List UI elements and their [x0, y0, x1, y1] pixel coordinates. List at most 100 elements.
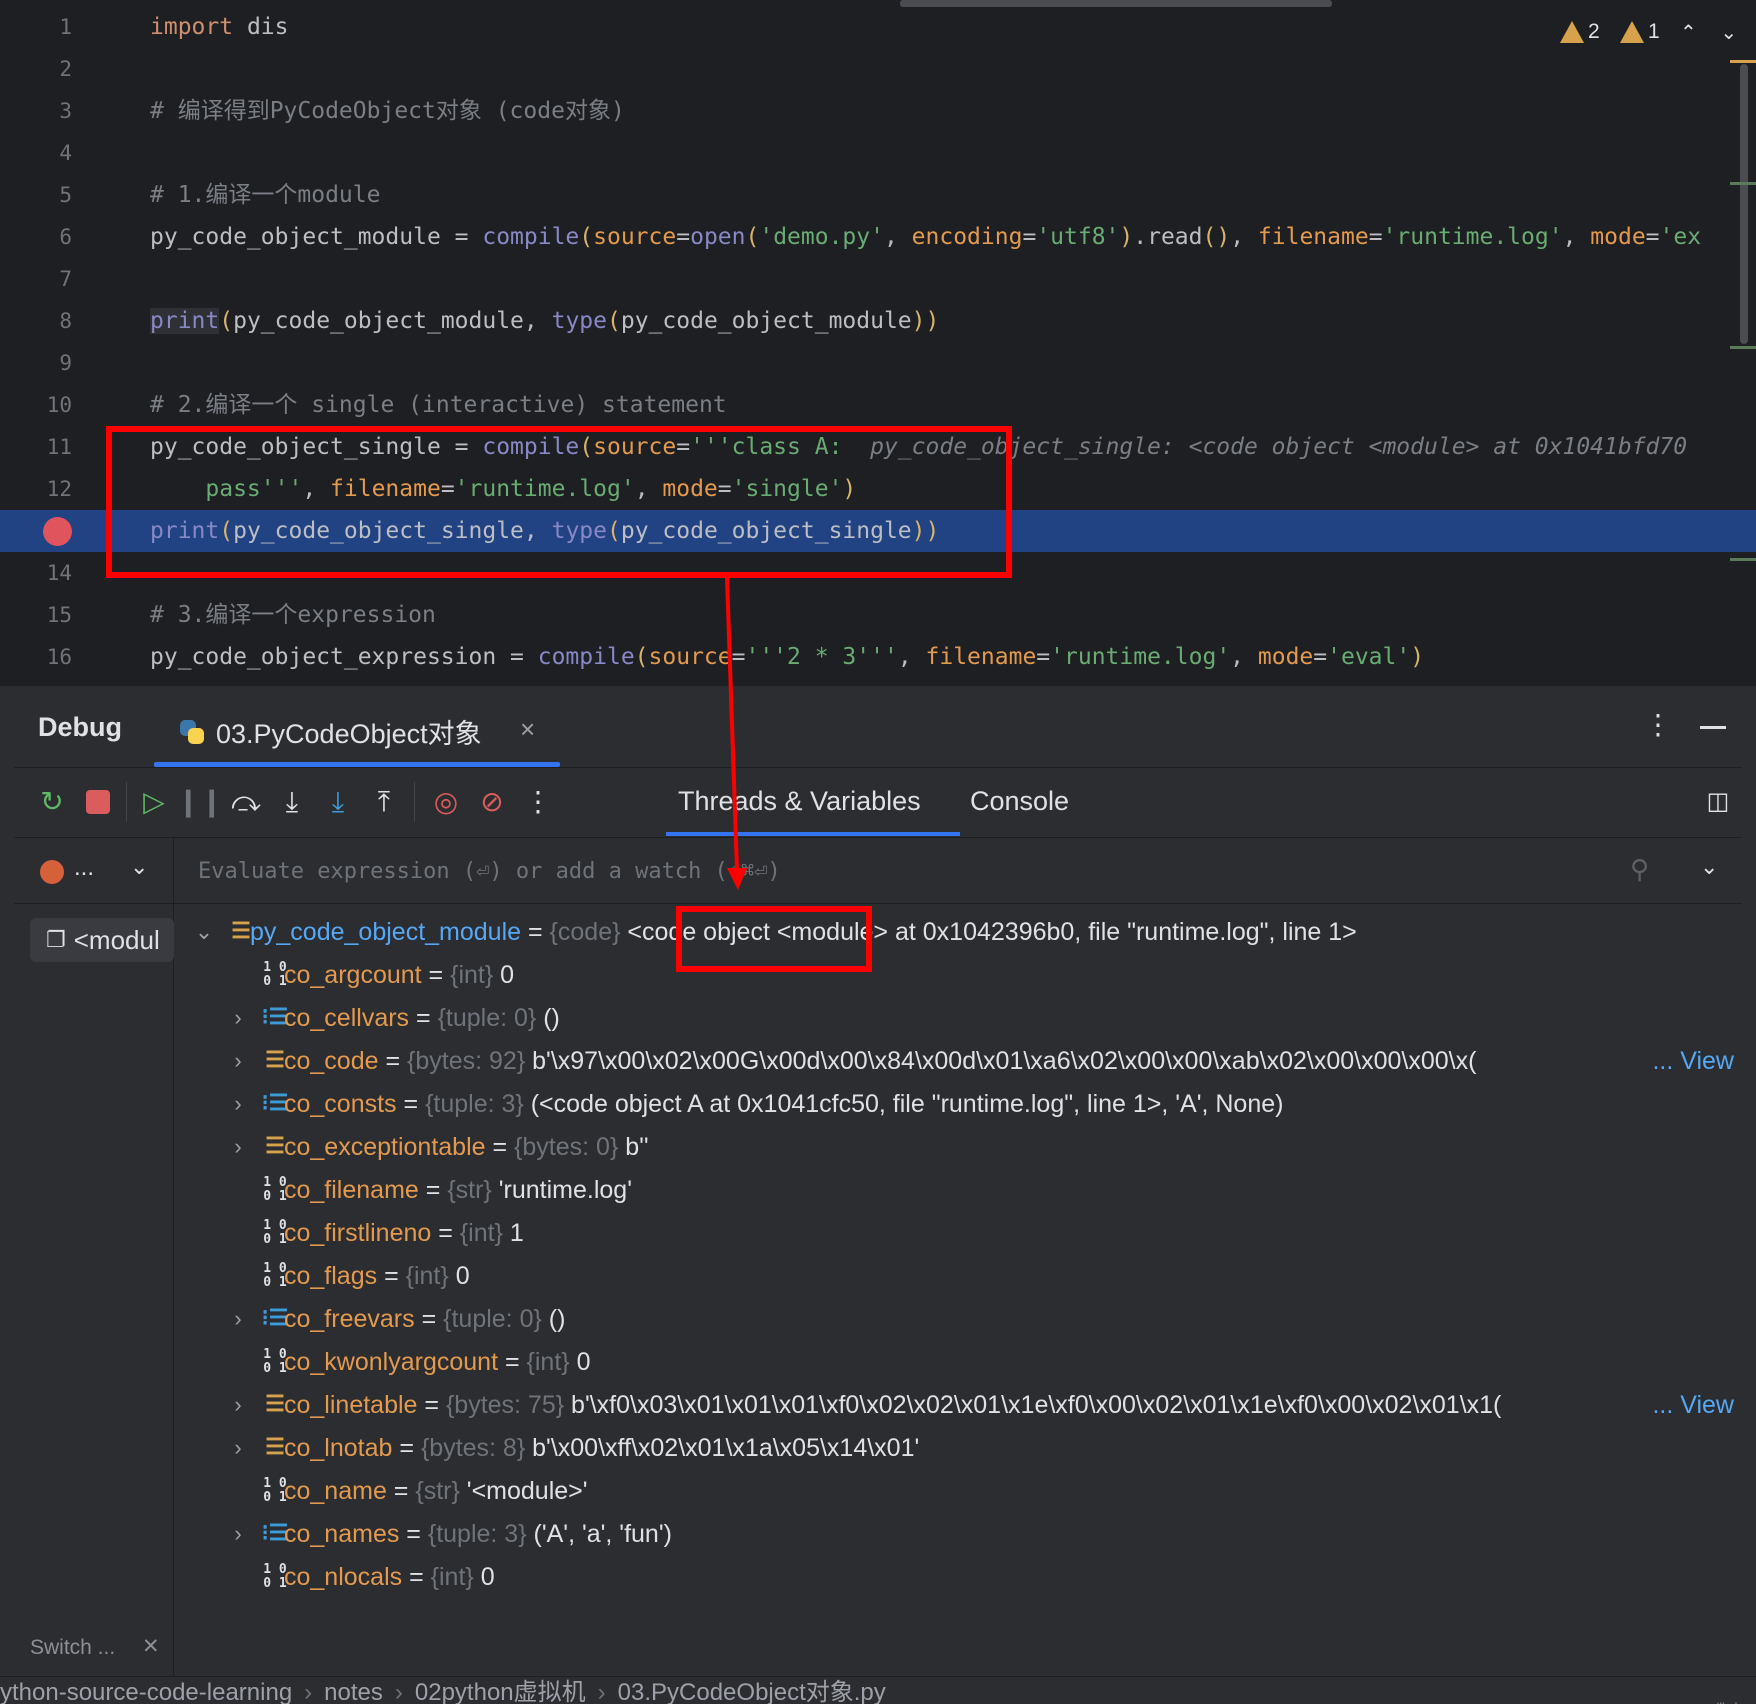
resume-icon[interactable]: ▷: [136, 784, 172, 820]
variable-row[interactable]: 1 0 0 1 co_nlocals = {int} 0: [176, 1553, 1742, 1601]
variable-row[interactable]: 1 0 0 1 co_argcount = {int} 0: [176, 951, 1742, 999]
tab-console[interactable]: Console: [970, 786, 1069, 817]
chevron-up-icon[interactable]: ⌃: [1680, 22, 1697, 44]
chevron-right-icon[interactable]: ›: [226, 1295, 250, 1343]
variable-row[interactable]: › ☰ co_linetable = {bytes: 75} b'\xf0\x03\…: [176, 1381, 1742, 1429]
code-token: 'utf8': [1036, 224, 1120, 250]
equals-sign: =: [402, 1563, 431, 1591]
variable-value: 0: [500, 961, 515, 989]
debug-session-tab[interactable]: 03.PyCodeObject对象: [178, 712, 482, 751]
frame-item[interactable]: ❐ <modul: [30, 918, 174, 962]
error-stripe-mark[interactable]: [1730, 346, 1756, 349]
step-into-my-code-icon[interactable]: ⤓: [320, 784, 356, 820]
variable-value: (): [548, 1305, 566, 1333]
view-link[interactable]: ... View: [1648, 1037, 1734, 1085]
line-number: 14: [46, 561, 72, 585]
code-token: filename: [1257, 224, 1369, 250]
variable-name: co_consts: [284, 1090, 397, 1118]
variable-value: 0: [455, 1262, 470, 1290]
thread-selector[interactable]: ... ⌄: [14, 838, 174, 904]
code-token: 'ex: [1659, 224, 1702, 250]
breadcrumb-item[interactable]: notes: [324, 1679, 383, 1704]
editor-vertical-scrollbar[interactable]: [1740, 64, 1748, 344]
debug-header: Debug 03.PyCodeObject对象 × ⋮: [14, 686, 1742, 768]
variable-root-row[interactable]: ⌄ ☰ py_code_object_module = {code} <code o…: [176, 908, 1742, 956]
code-token: ,: [883, 224, 912, 250]
variable-row[interactable]: › ☰ co_lnotab = {bytes: 8} b'\x00\xff\x02\…: [176, 1424, 1742, 1472]
code-line[interactable]: 2: [0, 48, 1756, 90]
variable-row[interactable]: › ⁝☰ co_freevars = {tuple: 0} (): [176, 1295, 1742, 1343]
minimize-icon[interactable]: [1700, 726, 1726, 729]
code-editor[interactable]: 1 import dis 2 3 # 编译得到PyCodeObject对象 (code对…: [0, 0, 1756, 686]
step-over-icon[interactable]: ⤼: [228, 784, 264, 820]
code-line[interactable]: 3 # 编译得到PyCodeObject对象 (code对象): [0, 90, 1756, 132]
annotation-box-value: [676, 906, 872, 972]
variable-row[interactable]: › ⁝☰ co_cellvars = {tuple: 0} (): [176, 994, 1742, 1042]
variable-row[interactable]: 1 0 0 1 co_kwonlyargcount = {int} 0: [176, 1338, 1742, 1386]
view-link[interactable]: ... View: [1648, 1381, 1734, 1429]
rerun-icon[interactable]: ↻: [34, 784, 70, 820]
tab-threads-variables[interactable]: Threads & Variables: [678, 786, 921, 817]
step-into-icon[interactable]: ⤓: [274, 784, 310, 820]
chevron-down-icon[interactable]: ⌄: [192, 908, 216, 956]
thread-selector-label: ...: [74, 854, 95, 881]
more-actions-icon[interactable]: ⋮: [520, 784, 556, 820]
error-stripe-mark[interactable]: [1730, 60, 1756, 63]
breadcrumb-item[interactable]: ython-source-code-learning: [0, 1679, 292, 1704]
mute-breakpoints-icon[interactable]: ⊘: [474, 784, 510, 820]
error-stripe-mark[interactable]: [1730, 558, 1756, 561]
code-line[interactable]: 10 # 2.编译一个 single (interactive) statemen…: [0, 384, 1756, 426]
variable-row[interactable]: 1 0 0 1 co_flags = {int} 0: [176, 1252, 1742, 1300]
breadcrumb-item[interactable]: 03.PyCodeObject对象.py: [618, 1679, 886, 1704]
view-breakpoints-icon[interactable]: ◎: [428, 784, 464, 820]
chevron-right-icon[interactable]: ›: [226, 1381, 250, 1429]
code-line[interactable]: 4: [0, 132, 1756, 174]
step-out-icon[interactable]: ⤒: [366, 784, 402, 820]
code-line[interactable]: 1 import dis: [0, 6, 1756, 48]
breakpoint-icon[interactable]: [43, 517, 72, 546]
code-line[interactable]: 6 py_code_object_module = compile(source=…: [0, 216, 1756, 258]
chevron-down-icon[interactable]: ⌄: [1700, 854, 1718, 880]
close-icon[interactable]: ✕: [142, 1634, 160, 1659]
problem-navigation[interactable]: ⌃ ⌄: [1680, 20, 1737, 45]
chevron-right-icon[interactable]: ›: [226, 994, 250, 1042]
stop-button[interactable]: [80, 784, 116, 820]
switch-frames-label[interactable]: Switch ...: [30, 1636, 115, 1660]
variable-row[interactable]: › ⁝☰ co_consts = {tuple: 3} (<code object …: [176, 1080, 1742, 1128]
chevron-right-icon[interactable]: ›: [226, 1080, 250, 1128]
variable-row[interactable]: › ☰ co_code = {bytes: 92} b'\x97\x00\x02\x…: [176, 1037, 1742, 1085]
chevron-down-icon[interactable]: ⌄: [130, 854, 148, 880]
close-icon[interactable]: ×: [520, 714, 535, 745]
variable-row[interactable]: › ☰ co_exceptiontable = {bytes: 0} b'': [176, 1123, 1742, 1171]
chevron-right-icon[interactable]: ›: [226, 1424, 250, 1472]
evaluate-expression-input[interactable]: [198, 838, 1498, 904]
code-line[interactable]: 9: [0, 342, 1756, 384]
weak-warnings-indicator[interactable]: 1: [1620, 20, 1660, 44]
error-stripe-mark[interactable]: [1730, 182, 1756, 185]
code-line[interactable]: 5 # 1.编译一个module: [0, 174, 1756, 216]
more-options-icon[interactable]: ⋮: [1644, 708, 1672, 741]
code-line[interactable]: 7: [0, 258, 1756, 300]
variable-value: b'\xf0\x03\x01\x01\x01\xf0\x02\x02\x01\x…: [571, 1391, 1502, 1419]
variable-row[interactable]: 1 0 0 1 co_name = {str} '<module>': [176, 1467, 1742, 1515]
code-line[interactable]: 15 # 3.编译一个expression: [0, 594, 1756, 636]
warnings-indicator[interactable]: 2: [1560, 20, 1600, 44]
code-token: dis: [233, 14, 289, 40]
add-watch-icon[interactable]: ⚲: [1630, 854, 1649, 885]
breadcrumb-item[interactable]: 02python虚拟机: [415, 1679, 586, 1704]
chevron-right-icon[interactable]: ›: [226, 1510, 250, 1558]
variable-row[interactable]: 1 0 0 1 co_filename = {str} 'runtime.log': [176, 1166, 1742, 1214]
variable-row[interactable]: 1 0 0 1 co_firstlineno = {int} 1: [176, 1209, 1742, 1257]
variable-name: co_name: [284, 1477, 387, 1505]
code-line[interactable]: 16 py_code_object_expression = compile(so…: [0, 636, 1756, 678]
pause-icon[interactable]: ❙❙: [177, 784, 224, 820]
chevron-right-icon[interactable]: ›: [226, 1123, 250, 1171]
chevron-down-icon[interactable]: ⌄: [1720, 22, 1737, 44]
chevron-right-icon[interactable]: ›: [226, 1037, 250, 1085]
code-line[interactable]: 8 print(py_code_object_module, type(py_co…: [0, 300, 1756, 342]
layout-settings-icon[interactable]: ◫: [1700, 784, 1736, 820]
variable-row[interactable]: › ⁝☰ co_names = {tuple: 3} ('A', 'a', 'fun…: [176, 1510, 1742, 1558]
